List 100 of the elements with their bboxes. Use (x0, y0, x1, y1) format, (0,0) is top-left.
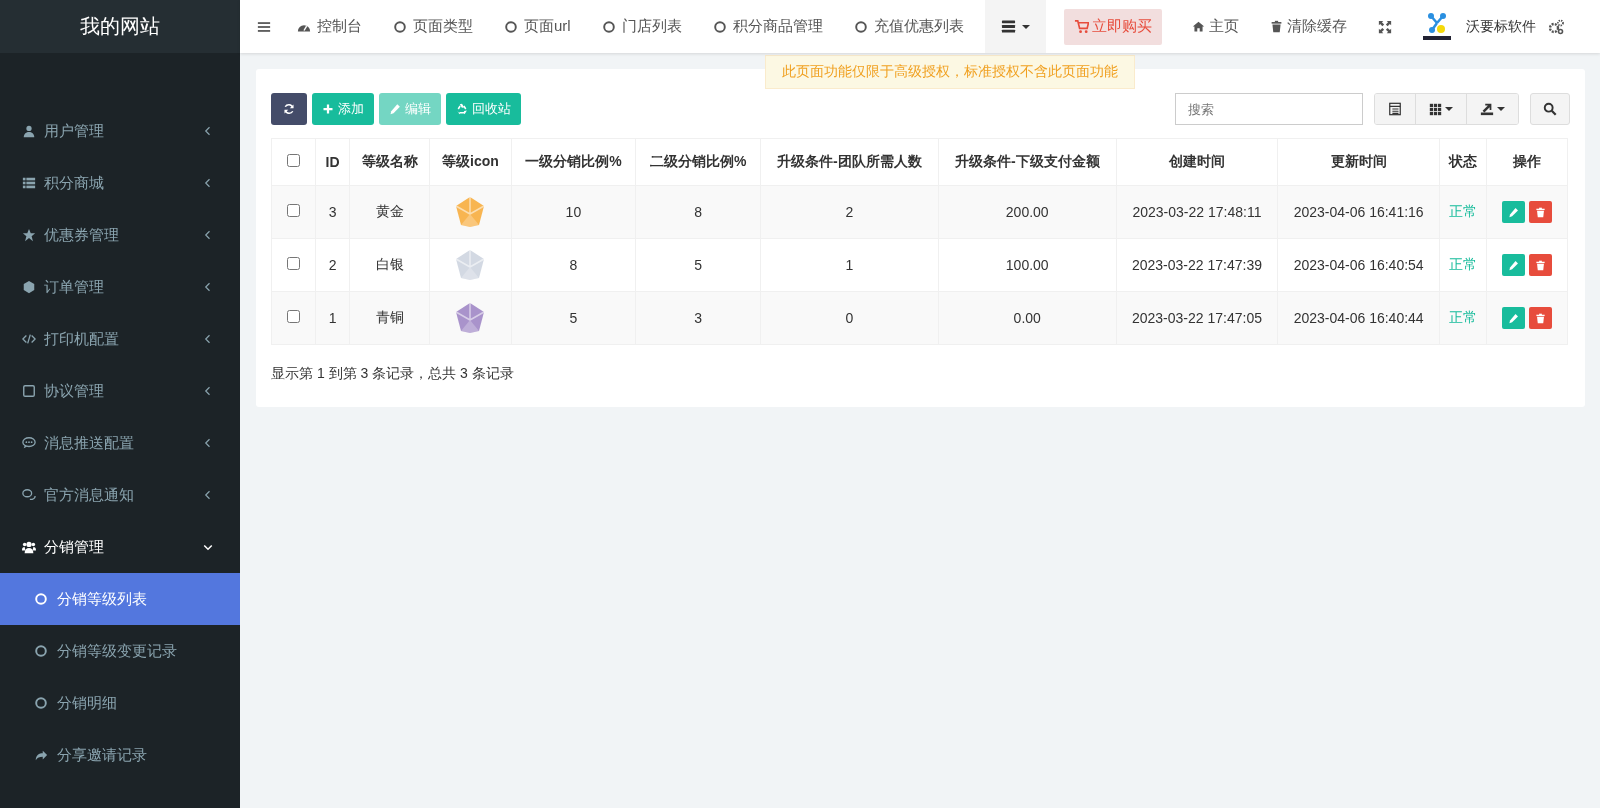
table-cell: 1 (315, 291, 350, 345)
nav-link[interactable]: 清除缓存 (1269, 17, 1347, 36)
nav-tab[interactable]: 门店列表 (601, 17, 682, 36)
row-checkbox[interactable] (287, 257, 300, 270)
grid-icon (1429, 102, 1442, 116)
circle-icon (712, 19, 727, 34)
menu-icon[interactable] (257, 19, 271, 34)
sidebar-item[interactable]: 打印机配置 (0, 313, 240, 365)
people-icon (22, 540, 36, 554)
export-icon (1480, 102, 1494, 116)
table-cell: 5 (511, 291, 636, 345)
table-cell: 2023-04-06 16:40:44 (1277, 291, 1440, 345)
table-icon (1388, 102, 1402, 116)
column-header: ID (315, 138, 350, 186)
table-cell: 白银 (349, 238, 430, 292)
table-cell: 2023-04-06 16:40:54 (1277, 238, 1440, 292)
sidebar-item[interactable]: 积分商城 (0, 157, 240, 209)
share-arrow-icon (34, 748, 48, 762)
speech-bubble-icon (22, 436, 36, 450)
nav-tab[interactable]: 充值优惠列表 (853, 17, 964, 36)
license-notice: 此页面功能仅限于高级授权，标准授权不含此页面功能 (765, 55, 1135, 89)
sidebar-item[interactable]: 官方消息通知 (0, 469, 240, 521)
columns-button[interactable] (1415, 94, 1466, 124)
column-header: 升级条件-下级支付金额 (938, 138, 1117, 186)
circle-icon (393, 19, 407, 34)
table-cell: 2 (315, 238, 350, 292)
export-button[interactable] (1466, 94, 1518, 124)
column-header: 操作 (1486, 138, 1568, 186)
trash-icon (1535, 312, 1546, 324)
column-header: 更新时间 (1277, 138, 1440, 186)
circle-icon (853, 19, 868, 34)
table-cell: 2023-04-06 16:41:16 (1277, 185, 1440, 239)
pencil-icon (1508, 312, 1519, 324)
table-cell: 正常 (1439, 291, 1487, 345)
sidebar-subitem[interactable]: 分享邀请记录 (0, 729, 240, 781)
sidebar-item[interactable]: 优惠券管理 (0, 209, 240, 261)
user-name[interactable]: 沃要标软件 (1465, 17, 1536, 36)
gears-icon[interactable] (1547, 18, 1564, 35)
square-icon (22, 384, 36, 398)
table-cell: 2023-03-22 17:47:39 (1116, 238, 1278, 292)
code-icon (22, 332, 36, 346)
row-checkbox[interactable] (287, 310, 300, 323)
table-cell: 10 (511, 185, 636, 239)
select-all-checkbox[interactable] (287, 154, 300, 167)
sidebar-subitem[interactable]: 分销等级列表 (0, 573, 240, 625)
column-header: 升级条件-团队所需人数 (760, 138, 939, 186)
delete-button[interactable] (1529, 201, 1552, 223)
refresh-button[interactable] (271, 93, 307, 125)
column-header: 创建时间 (1116, 138, 1278, 186)
toggle-view-button[interactable] (1375, 94, 1415, 124)
recycle-icon (456, 103, 468, 115)
table-cell: 正常 (1439, 238, 1487, 292)
pencil-icon (1508, 259, 1519, 271)
table-cell: 青铜 (349, 291, 430, 345)
row-checkbox[interactable] (287, 204, 300, 217)
sidebar-item[interactable]: 用户管理 (0, 105, 240, 157)
star-icon (22, 228, 36, 242)
trash-icon (1269, 20, 1283, 33)
sidebar-subitem[interactable]: 分销明细 (0, 677, 240, 729)
column-header: 等级icon (429, 138, 511, 186)
pencil-icon (389, 103, 401, 115)
expand-icon[interactable] (1377, 19, 1392, 34)
nav-tab[interactable]: 积分商品管理 (712, 17, 823, 36)
delete-button[interactable] (1529, 254, 1552, 276)
table-cell: 黄金 (349, 185, 430, 239)
plus-icon (322, 103, 334, 115)
sidebar-subitem[interactable]: 分销等级变更记录 (0, 625, 240, 677)
table-cell: 2 (760, 185, 939, 239)
home-icon (1191, 20, 1205, 33)
nav-tab[interactable]: 控制台 (297, 17, 362, 36)
nav-link[interactable]: 主页 (1191, 17, 1239, 36)
tabs-menu-button[interactable] (984, 0, 1046, 53)
circle-icon (34, 696, 48, 710)
caret-icon (1497, 107, 1505, 111)
search-button[interactable] (1530, 93, 1570, 125)
search-icon (1543, 102, 1557, 116)
search-field[interactable]: 搜索 (1175, 93, 1363, 125)
nav-tab[interactable]: 页面类型 (393, 17, 473, 36)
table-cell: 5 (635, 238, 761, 292)
caret-icon (1021, 24, 1030, 29)
circle-icon (34, 592, 48, 606)
pencil-icon (1508, 206, 1519, 218)
table-cell: 200.00 (938, 185, 1117, 239)
table-cell: 8 (511, 238, 636, 292)
sidebar-item[interactable]: 订单管理 (0, 261, 240, 313)
refresh-icon (283, 103, 295, 115)
table-cell: 2023-03-22 17:47:05 (1116, 291, 1278, 345)
trash-icon (1535, 206, 1546, 218)
caret-icon (1445, 107, 1453, 111)
sidebar-item[interactable]: 协议管理 (0, 365, 240, 417)
table-cell: 3 (635, 291, 761, 345)
nav-tab[interactable]: 页面url (504, 17, 571, 36)
sidebar-item[interactable]: 消息推送配置 (0, 417, 240, 469)
circle-icon (504, 19, 518, 34)
delete-button[interactable] (1529, 307, 1552, 329)
table-cell: 正常 (1439, 185, 1487, 239)
column-header: 等级名称 (349, 138, 430, 186)
stack-icon (1000, 19, 1016, 34)
table-cell: 2023-03-22 17:48:11 (1116, 185, 1278, 239)
sidebar-item[interactable]: 分销管理 (0, 521, 240, 573)
